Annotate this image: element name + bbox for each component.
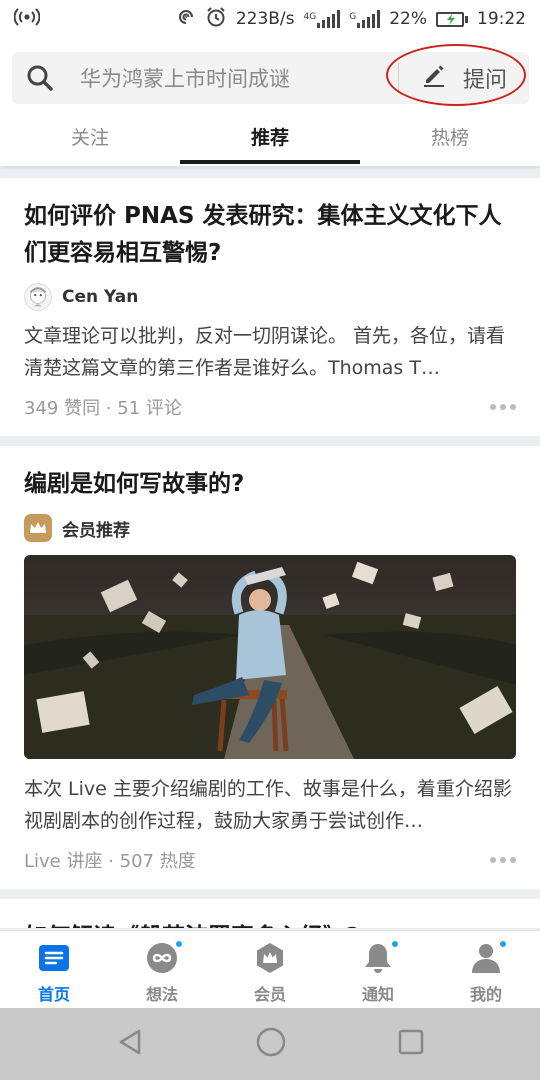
nav-ideas[interactable]: 想法 xyxy=(108,931,216,1008)
search-icon[interactable] xyxy=(12,63,68,93)
author-name[interactable]: Cen Yan xyxy=(62,287,138,307)
notification-dot xyxy=(499,940,507,948)
nav-label: 会员 xyxy=(253,985,286,1004)
alarm-icon xyxy=(205,6,227,33)
tab-hot-list[interactable]: 热榜 xyxy=(360,118,540,166)
status-bar: 223B/s 4G G 22% 19:22 xyxy=(0,0,540,38)
card-stats: 349 赞同 · 51 评论 xyxy=(24,398,182,419)
nav-label: 首页 xyxy=(37,985,70,1004)
card-stats: Live 讲座 · 507 热度 xyxy=(24,851,196,872)
tab-follow[interactable]: 关注 xyxy=(0,118,180,166)
bell-icon[interactable] xyxy=(361,940,399,975)
search-input[interactable]: 华为鸿蒙上市时间成谜 xyxy=(68,63,398,93)
hotspot-icon xyxy=(13,7,176,31)
signal-4g-icon: 4G xyxy=(304,10,341,28)
tab-recommend[interactable]: 推荐 xyxy=(180,118,360,166)
nav-home[interactable]: 首页 xyxy=(0,931,108,1008)
member-recommend-label: 会员推荐 xyxy=(62,520,130,541)
more-options-icon[interactable] xyxy=(490,404,516,410)
card-title[interactable]: 编剧是如何写故事的? xyxy=(24,466,516,503)
nfc-icon xyxy=(176,7,196,32)
battery-icon xyxy=(436,11,468,27)
avatar[interactable] xyxy=(24,283,52,311)
member-icon[interactable] xyxy=(253,941,287,975)
ideas-icon[interactable] xyxy=(145,940,183,975)
notification-dot xyxy=(175,940,183,948)
more-options-icon[interactable] xyxy=(490,857,516,863)
nav-label: 想法 xyxy=(145,985,178,1004)
home-button-icon[interactable] xyxy=(255,1026,287,1062)
network-speed: 223B/s xyxy=(235,9,295,29)
nav-label: 通知 xyxy=(361,985,394,1004)
net-type-label: 4G xyxy=(303,12,317,22)
nav-notifications[interactable]: 通知 xyxy=(324,931,432,1008)
bottom-navigation: 首页 想法 会员 通知 我的 xyxy=(0,930,540,1008)
top-bar: 华为鸿蒙上市时间成谜 提问 关注 推荐 热榜 xyxy=(0,38,540,166)
feed-card[interactable]: 如何解读《般若波罗蜜多心经》? xyxy=(0,899,540,928)
card-excerpt[interactable]: 文章理论可以批判，反对一切阴谋论。 首先，各位，请看清楚这篇文章的第三作者是谁好… xyxy=(24,320,516,384)
net-type-label-2: G xyxy=(349,12,357,22)
active-tab-indicator xyxy=(180,160,360,164)
cover-image[interactable] xyxy=(24,555,516,759)
card-title[interactable]: 如何评价 PNAS 发表研究：集体主义文化下人们更容易相互警惕? xyxy=(24,198,516,272)
system-navigation-bar xyxy=(0,1008,540,1080)
feed-card[interactable]: 编剧是如何写故事的? 会员推荐 本次 Live 主要介绍编剧的工作、故事是什么，… xyxy=(0,446,540,889)
clock: 19:22 xyxy=(477,9,526,29)
nav-label: 我的 xyxy=(469,985,502,1004)
feed-tabs: 关注 推荐 热榜 xyxy=(0,118,540,166)
back-icon[interactable] xyxy=(115,1027,145,1061)
profile-icon[interactable] xyxy=(469,940,507,975)
author-row[interactable]: Cen Yan xyxy=(24,282,516,312)
card-excerpt[interactable]: 本次 Live 主要介绍编剧的工作、故事是什么，着重介绍影视剧剧本的创作过程，鼓… xyxy=(24,773,516,837)
recent-apps-icon[interactable] xyxy=(397,1028,425,1060)
author-row[interactable]: 会员推荐 xyxy=(24,513,516,543)
annotation-circle xyxy=(386,44,526,106)
crown-icon xyxy=(24,514,52,542)
feed-list: 如何评价 PNAS 发表研究：集体主义文化下人们更容易相互警惕? Cen Yan… xyxy=(0,178,540,928)
card-title[interactable]: 如何解读《般若波罗蜜多心经》? xyxy=(24,919,516,928)
feed-card[interactable]: 如何评价 PNAS 发表研究：集体主义文化下人们更容易相互警惕? Cen Yan… xyxy=(0,178,540,436)
signal-g-icon: G xyxy=(349,10,381,28)
nav-profile[interactable]: 我的 xyxy=(432,931,540,1008)
nav-member[interactable]: 会员 xyxy=(216,931,324,1008)
notification-dot xyxy=(391,940,399,948)
battery-percent: 22% xyxy=(389,9,427,29)
home-icon[interactable] xyxy=(37,941,71,975)
